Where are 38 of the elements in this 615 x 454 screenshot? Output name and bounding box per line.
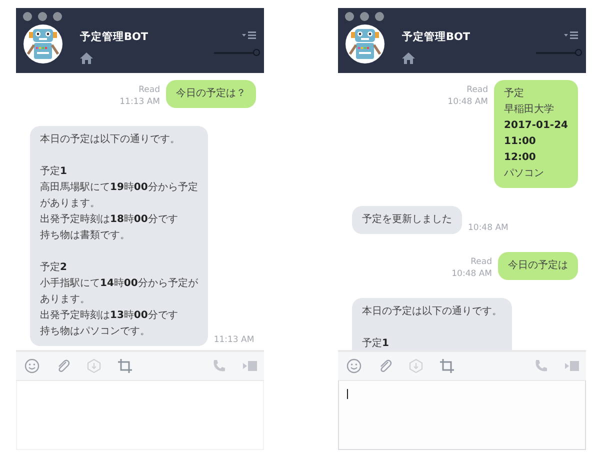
read-receipt: Read [138,84,160,96]
video-icon[interactable] [564,358,580,374]
timestamp: 10:48 AM [452,268,492,280]
smiley-icon[interactable] [24,358,40,374]
message-text: 予定2 小手指駅にて14時00分から予定が あります。 出発予定時刻は13時00分です 持ち物はパソコンです。 [40,260,198,339]
robot-avatar-icon [23,24,63,64]
smiley-icon[interactable] [346,358,362,374]
read-receipt: Read [466,84,488,96]
crop-icon[interactable] [117,358,133,374]
home-icon[interactable] [80,52,93,64]
hexagon-arrow-icon[interactable] [408,358,424,374]
message-text: 予定1 [362,336,390,350]
message-text: 予定1 高田馬場駅にて19時00分から予定 があります。 出発予定時刻は18時00分です 持ち物は書類です。 [40,164,198,243]
chat-title: 予定管理BOT [80,30,150,44]
phone-icon[interactable] [211,358,227,374]
message-text: 予定 早稲田大学 2017-01-24 11:00 12:00 パソコン [504,86,568,181]
slider-thumb[interactable] [575,49,582,56]
robot-avatar-icon [345,24,385,64]
timestamp: 10:48 AM [468,222,508,234]
menu-icon[interactable] [242,31,256,39]
video-icon[interactable] [242,358,258,374]
message-text: 本日の予定は以下の通りです。 [362,304,502,319]
crop-icon[interactable] [439,358,455,374]
message-text: 今日の予定は？ [176,86,246,101]
menu-icon[interactable] [564,31,578,39]
slider-thumb[interactable] [253,49,260,56]
timestamp: 11:13 AM [120,96,160,108]
phone-icon[interactable] [533,358,549,374]
message-input-field[interactable] [338,381,586,450]
message-text: 今日の予定は [508,258,568,273]
timestamp: 11:13 AM [214,334,254,346]
chat-title: 予定管理BOT [402,30,472,44]
hexagon-arrow-icon[interactable] [86,358,102,374]
message-text: 予定を更新しました [362,212,452,227]
home-icon[interactable] [402,52,415,64]
message-text: 本日の予定は以下の通りです。 [40,132,181,147]
read-receipt: Read [470,256,492,268]
timestamp: 10:48 AM [448,96,488,108]
